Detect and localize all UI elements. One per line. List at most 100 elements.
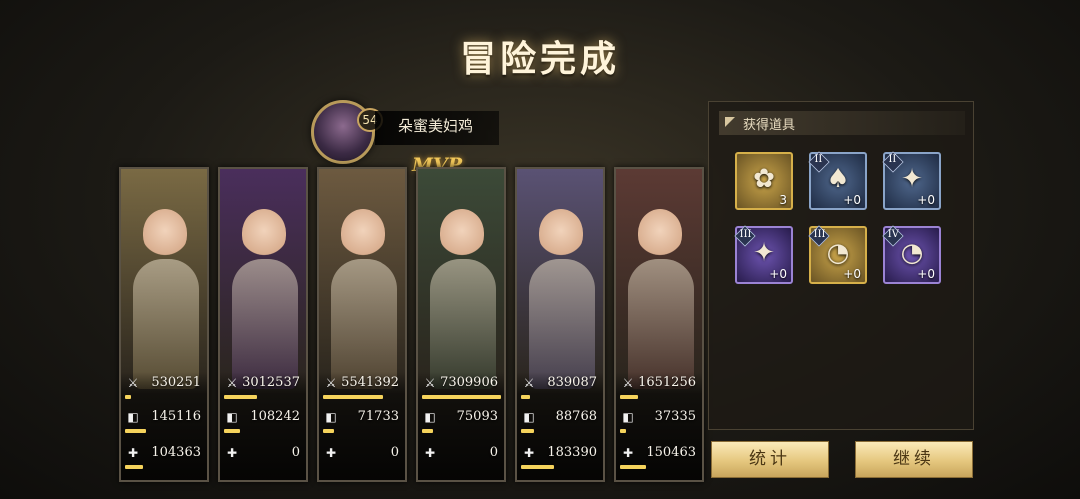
- damage-value: 1651256: [638, 375, 696, 390]
- loot-item[interactable]: ◔ III +0: [808, 225, 867, 284]
- tank-bar: [422, 429, 433, 433]
- item-count: 3: [779, 193, 787, 207]
- damage-stat-row: ⚔ 530251: [121, 375, 207, 400]
- item-count: +0: [769, 267, 787, 281]
- damage-stat-row: ⚔ 5541392: [319, 375, 405, 400]
- loot-item[interactable]: ♠ II +0: [808, 151, 867, 210]
- loot-item[interactable]: ✦ II +0: [882, 151, 941, 210]
- hero-face: [143, 209, 187, 257]
- tier-label: III: [739, 228, 752, 240]
- damage-value: 3012537: [242, 375, 300, 390]
- tier-label: IV: [887, 227, 899, 240]
- mvp-name: 朵蜜美妇鸡: [398, 117, 474, 135]
- hero-stats: ⚔ 7309906 ◧ 75093 ✚ 0: [418, 372, 504, 480]
- tier-label: II: [888, 152, 897, 165]
- shield-icon: ◧: [325, 410, 337, 424]
- heal-bar: [125, 465, 143, 469]
- shield-icon: ◧: [424, 410, 436, 424]
- hero-stats: ⚔ 1651256 ◧ 37335 ✚ 150463: [616, 372, 702, 480]
- hero-body: [133, 259, 199, 389]
- damage-value: 839087: [547, 375, 597, 390]
- tank-stat-row: ◧ 37335: [616, 409, 702, 434]
- hero-face: [440, 209, 484, 257]
- damage-value: 7309906: [440, 375, 498, 390]
- hero-card[interactable]: ⚔ 5541392 ◧ 71733 ✚ 0: [317, 167, 407, 482]
- loot-item[interactable]: ✿ 3: [735, 152, 793, 210]
- heal-bar: [620, 465, 646, 469]
- tank-bar: [620, 429, 626, 433]
- loot-item[interactable]: ✦ III +0: [734, 225, 793, 284]
- hero-card[interactable]: ⚔ 530251 ◧ 145116 ✚ 104363: [119, 167, 209, 482]
- tank-stat-row: ◧ 88768: [517, 409, 603, 434]
- continue-button[interactable]: 继续: [855, 441, 973, 478]
- tank-stat-row: ◧ 75093: [418, 409, 504, 434]
- tank-stat-row: ◧ 71733: [319, 409, 405, 434]
- hero-stats: ⚔ 530251 ◧ 145116 ✚ 104363: [121, 372, 207, 480]
- damage-bar: [323, 395, 383, 399]
- damage-stat-row: ⚔ 3012537: [220, 375, 306, 400]
- shield-icon: ◧: [523, 410, 535, 424]
- heart-cross-icon: ✚: [325, 446, 337, 460]
- heal-stat-row: ✚ 0: [220, 445, 306, 470]
- damage-bar: [125, 395, 131, 399]
- damage-bar: [422, 395, 501, 399]
- sword-icon: ⚔: [127, 376, 139, 390]
- tier-label: II: [814, 152, 823, 165]
- loot-item[interactable]: ◔ IV +0: [882, 225, 941, 284]
- tank-value: 37335: [654, 409, 696, 424]
- damage-stat-row: ⚔ 7309906: [418, 375, 504, 400]
- heart-cross-icon: ✚: [424, 446, 436, 460]
- damage-value: 5541392: [341, 375, 399, 390]
- hero-card[interactable]: ⚔ 839087 ◧ 88768 ✚ 183390: [515, 167, 605, 482]
- sword-icon: ⚔: [622, 376, 634, 390]
- damage-stat-row: ⚔ 839087: [517, 375, 603, 400]
- tank-stat-row: ◧ 108242: [220, 409, 306, 434]
- tank-value: 75093: [456, 409, 498, 424]
- tank-stat-row: ◧ 145116: [121, 409, 207, 434]
- heal-stat-row: ✚ 150463: [616, 445, 702, 470]
- shield-icon: ◧: [127, 410, 139, 424]
- heal-bar: [521, 465, 554, 469]
- hero-stats: ⚔ 5541392 ◧ 71733 ✚ 0: [319, 372, 405, 480]
- tank-bar: [323, 429, 334, 433]
- tank-value: 108242: [250, 409, 300, 424]
- hero-face: [242, 209, 286, 257]
- item-count: +0: [917, 193, 935, 207]
- hero-stats: ⚔ 3012537 ◧ 108242 ✚ 0: [220, 372, 306, 480]
- damage-bar: [620, 395, 638, 399]
- heal-value: 0: [291, 445, 300, 460]
- tank-value: 145116: [151, 409, 201, 424]
- film-reel-icon: ✿: [753, 164, 775, 194]
- hero-face: [638, 209, 682, 257]
- sword-icon: ⚔: [226, 376, 238, 390]
- hero-card[interactable]: ⚔ 1651256 ◧ 37335 ✚ 150463: [614, 167, 704, 482]
- tank-bar: [224, 429, 240, 433]
- damage-value: 530251: [151, 375, 201, 390]
- hero-body: [529, 259, 595, 389]
- item-count: +0: [843, 193, 861, 207]
- hero-card[interactable]: ⚔ 7309906 ◧ 75093 ✚ 0: [416, 167, 506, 482]
- sword-icon: ⚔: [523, 376, 535, 390]
- heal-value: 0: [489, 445, 498, 460]
- shield-icon: ◧: [622, 410, 634, 424]
- heal-stat-row: ✚ 183390: [517, 445, 603, 470]
- hero-card[interactable]: ⚔ 3012537 ◧ 108242 ✚ 0: [218, 167, 308, 482]
- stats-button[interactable]: 统计: [711, 441, 829, 478]
- sword-icon: ⚔: [325, 376, 337, 390]
- hero-stats: ⚔ 839087 ◧ 88768 ✚ 183390: [517, 372, 603, 480]
- page-title: 冒险完成: [459, 38, 620, 80]
- heart-cross-icon: ✚: [523, 446, 535, 460]
- heart-cross-icon: ✚: [622, 446, 634, 460]
- tank-value: 71733: [357, 409, 399, 424]
- tank-value: 88768: [555, 409, 597, 424]
- hero-face: [539, 209, 583, 257]
- hero-face: [341, 209, 385, 257]
- hero-body: [430, 259, 496, 389]
- heal-stat-row: ✚ 104363: [121, 445, 207, 470]
- damage-bar: [521, 395, 530, 399]
- heal-value: 150463: [646, 445, 696, 460]
- heal-stat-row: ✚ 0: [319, 445, 405, 470]
- sword-icon: ⚔: [424, 376, 436, 390]
- hero-body: [628, 259, 694, 389]
- item-count: +0: [843, 267, 861, 281]
